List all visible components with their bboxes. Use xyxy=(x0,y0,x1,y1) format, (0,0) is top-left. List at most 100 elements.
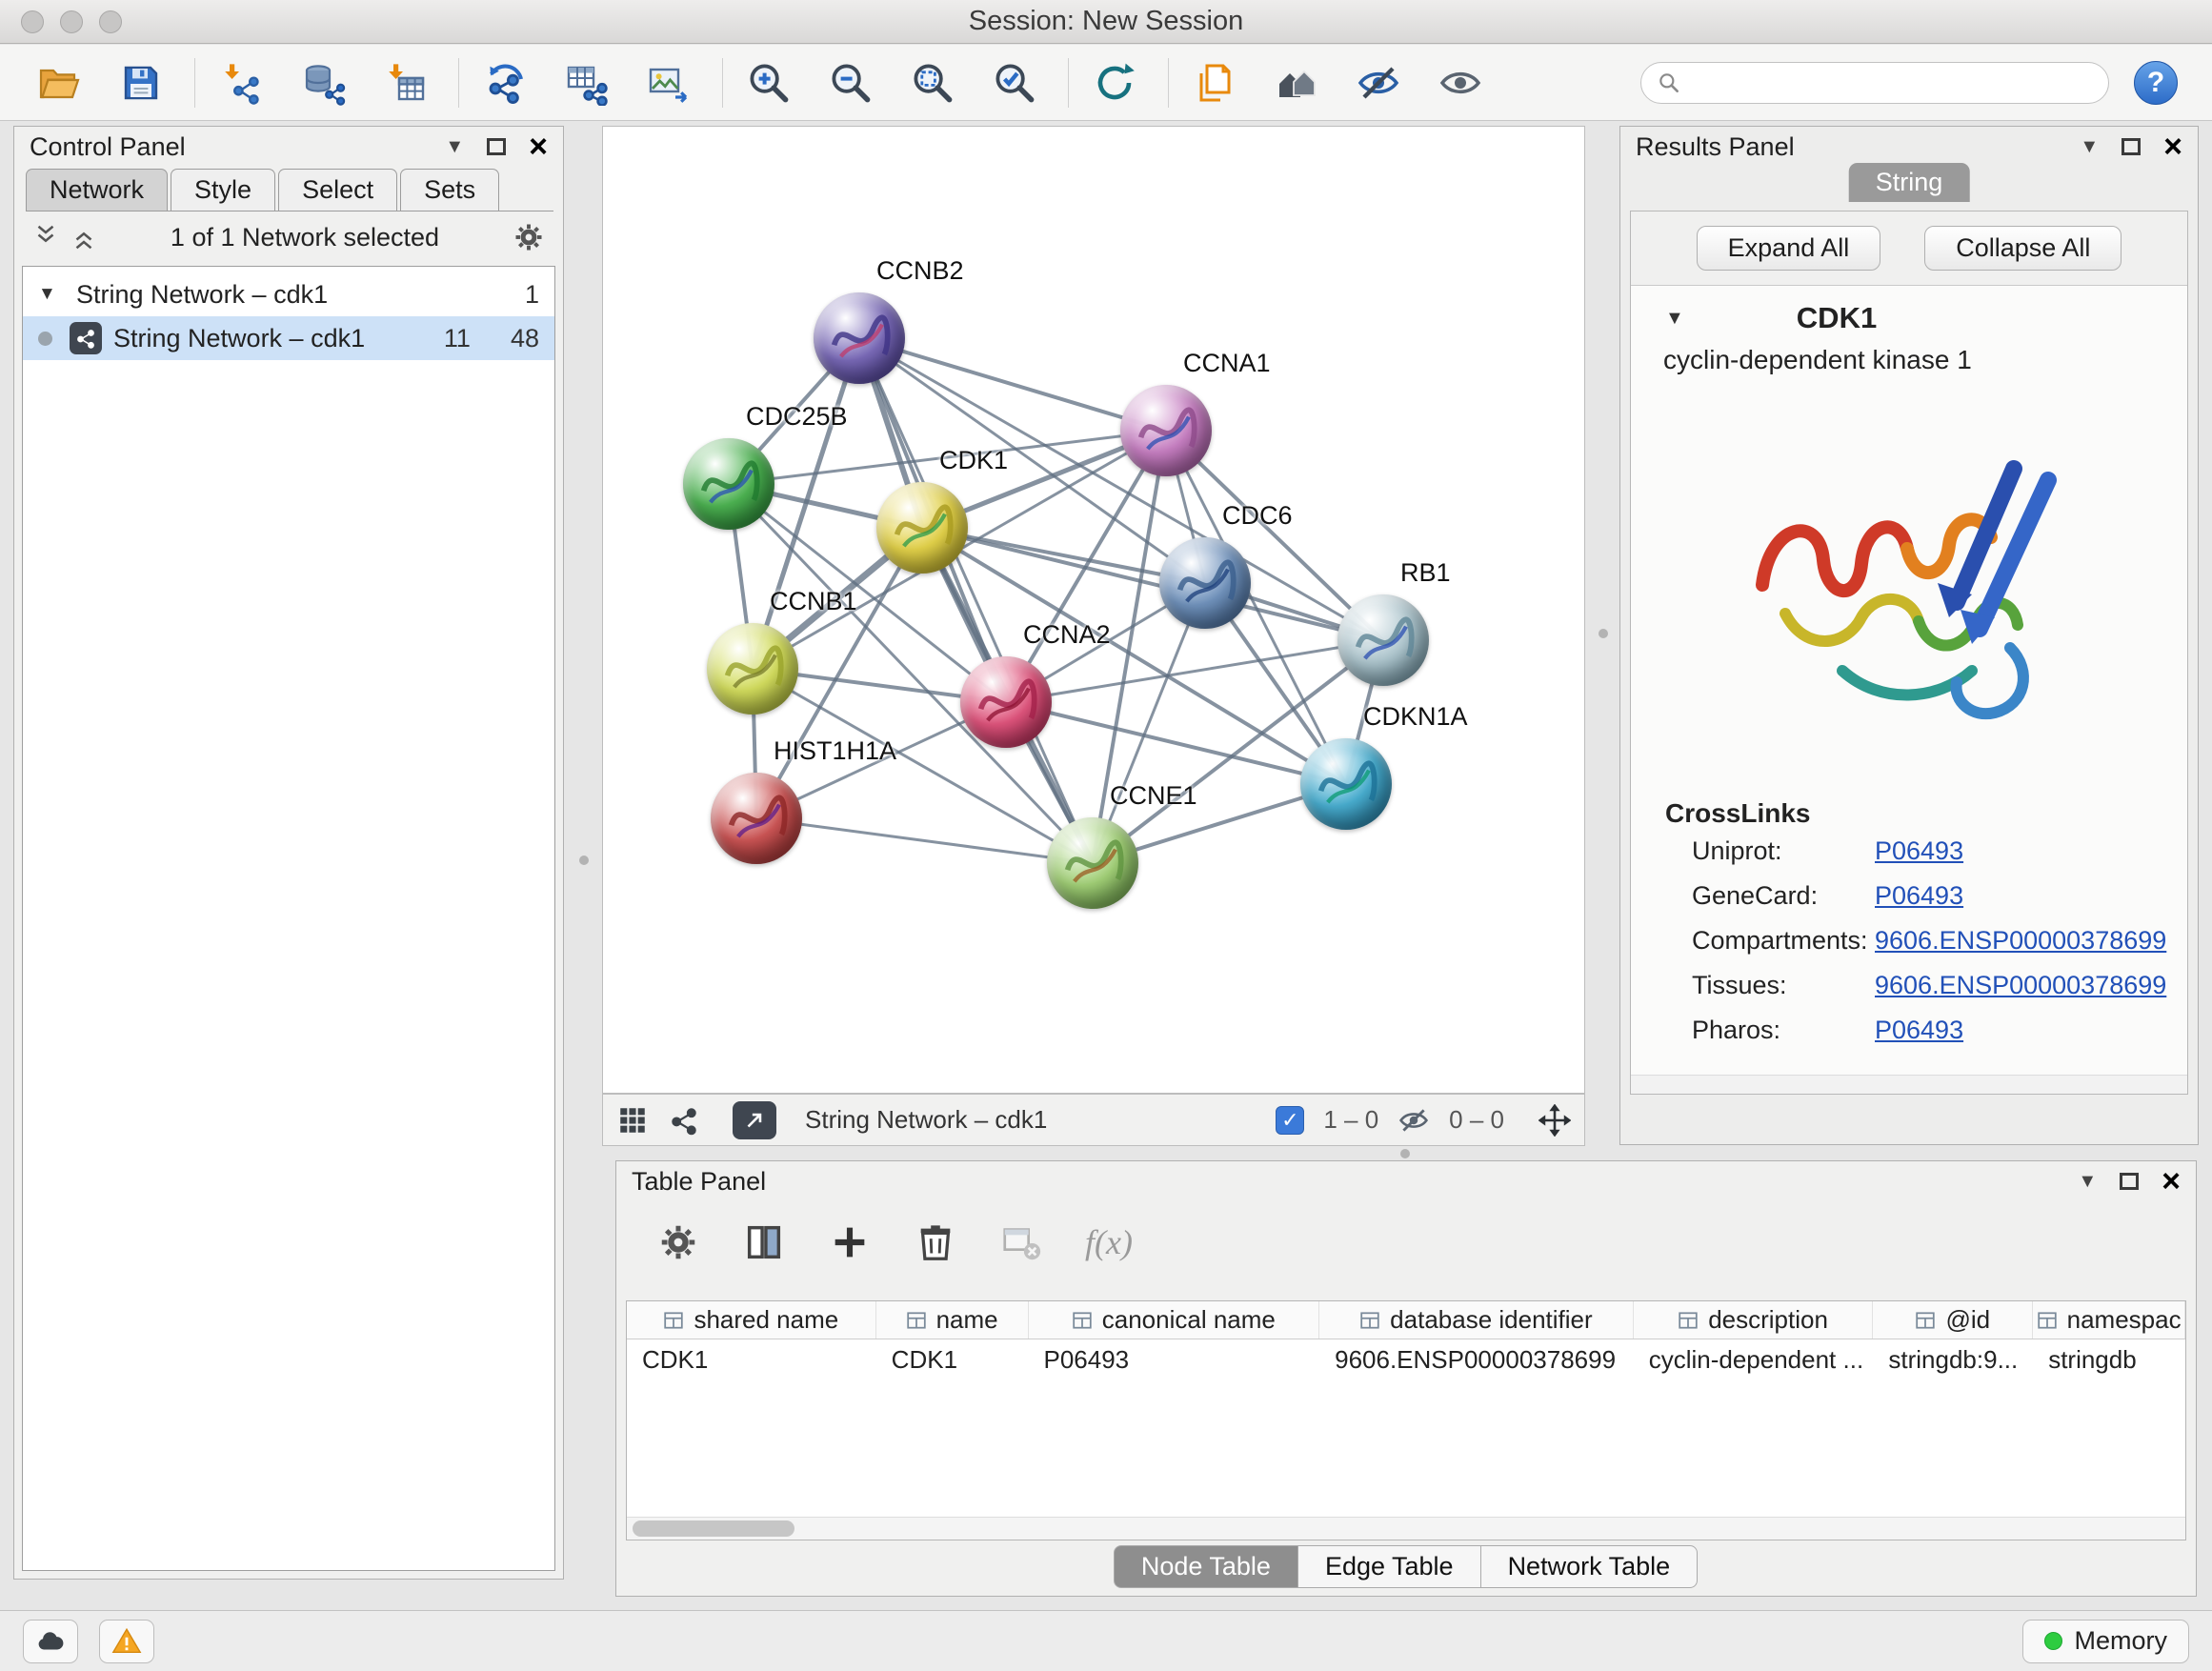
import-network-database-icon[interactable] xyxy=(292,52,353,113)
memory-button[interactable]: Memory xyxy=(2022,1620,2189,1663)
table-options-gear-icon[interactable] xyxy=(656,1220,700,1264)
column-header-shared-name[interactable]: shared name xyxy=(627,1301,876,1339)
table-cell[interactable]: 9606.ENSP00000378699 xyxy=(1319,1339,1634,1379)
column-header-namespac[interactable]: namespac xyxy=(2033,1301,2185,1339)
warnings-button[interactable] xyxy=(99,1620,154,1663)
scrollbar-thumb[interactable] xyxy=(633,1520,794,1537)
network-node-CDC25B[interactable] xyxy=(683,438,774,530)
crosslink-link[interactable]: 9606.ENSP00000378699 xyxy=(1875,926,2166,956)
crosslink-link[interactable]: P06493 xyxy=(1875,881,1963,911)
import-table-file-icon[interactable] xyxy=(374,52,435,113)
tab-style[interactable]: Style xyxy=(171,169,275,211)
panel-close-icon[interactable]: × xyxy=(2162,1165,2181,1198)
table-horizontal-scrollbar[interactable] xyxy=(627,1517,2185,1540)
right-splitter-handle[interactable] xyxy=(1599,629,1608,638)
tab-string[interactable]: String xyxy=(1849,163,1970,202)
gene-expander-icon[interactable]: ▼ xyxy=(1665,308,1684,330)
show-columns-icon[interactable] xyxy=(742,1220,786,1264)
collapse-all-icon[interactable] xyxy=(31,223,60,252)
grid-view-icon[interactable] xyxy=(616,1104,649,1137)
tab-node-table[interactable]: Node Table xyxy=(1114,1545,1298,1588)
detach-view-button[interactable] xyxy=(733,1101,776,1139)
table-cell[interactable]: CDK1 xyxy=(627,1339,876,1379)
network-edge-CCNB2-CCNE1[interactable] xyxy=(859,338,1093,863)
hide-selected-icon[interactable] xyxy=(1348,52,1409,113)
open-session-icon[interactable] xyxy=(29,52,90,113)
delete-column-icon[interactable] xyxy=(914,1220,957,1264)
table-cell[interactable]: P06493 xyxy=(1028,1339,1319,1379)
import-network-file-icon[interactable] xyxy=(211,52,271,113)
network-edge-HIST1H1A-CCNE1[interactable] xyxy=(756,818,1093,863)
help-icon[interactable]: ? xyxy=(2134,61,2178,105)
left-splitter-handle[interactable] xyxy=(579,856,589,865)
panel-close-icon[interactable]: × xyxy=(2163,131,2182,163)
home-icon[interactable] xyxy=(1266,52,1327,113)
tab-network[interactable]: Network xyxy=(26,169,168,211)
minimize-window-button[interactable] xyxy=(60,10,83,33)
tab-edge-table[interactable]: Edge Table xyxy=(1297,1545,1481,1588)
column-header-database-identifier[interactable]: database identifier xyxy=(1319,1301,1634,1339)
table-cell[interactable]: cyclin-dependent ... xyxy=(1634,1339,1874,1379)
add-column-icon[interactable] xyxy=(828,1220,872,1264)
tab-select[interactable]: Select xyxy=(278,169,397,211)
network-node-CCNA1[interactable] xyxy=(1120,385,1212,476)
export-image-icon[interactable] xyxy=(638,52,699,113)
table-cell[interactable]: CDK1 xyxy=(876,1339,1029,1379)
network-node-HIST1H1A[interactable] xyxy=(711,773,802,864)
cloud-status-button[interactable] xyxy=(23,1620,78,1663)
network-canvas[interactable]: CCNB2CCNA1CDC25BCDK1CDC6RB1CCNB1CCNA2CDK… xyxy=(602,126,1585,1094)
tab-sets[interactable]: Sets xyxy=(400,169,499,211)
collapse-all-button[interactable]: Collapse All xyxy=(1924,226,2122,271)
apply-layout-icon[interactable] xyxy=(474,52,535,113)
panel-float-icon[interactable] xyxy=(487,138,506,155)
network-collection-row[interactable]: ▼ String Network – cdk1 1 xyxy=(23,272,554,316)
expand-all-button[interactable]: Expand All xyxy=(1697,226,1881,271)
refresh-view-icon[interactable] xyxy=(1084,52,1145,113)
tab-network-table[interactable]: Network Table xyxy=(1480,1545,1699,1588)
panel-close-icon[interactable]: × xyxy=(529,131,548,163)
crosslink-link[interactable]: P06493 xyxy=(1875,836,1963,866)
hidden-eye-slash-icon[interactable] xyxy=(1398,1104,1430,1137)
show-all-icon[interactable] xyxy=(1430,52,1491,113)
pan-move-icon[interactable] xyxy=(1538,1104,1571,1137)
table-cell[interactable]: stringdb:9... xyxy=(1873,1339,2033,1379)
network-node-CDC6[interactable] xyxy=(1159,537,1251,629)
crosslink-link[interactable]: 9606.ENSP00000378699 xyxy=(1875,971,2166,1000)
gene-header[interactable]: ▼ CDK1 xyxy=(1631,286,2187,339)
panel-float-icon[interactable] xyxy=(2122,138,2141,155)
column-header--id[interactable]: @id xyxy=(1873,1301,2033,1339)
save-session-icon[interactable] xyxy=(111,52,171,113)
table-cell[interactable]: stringdb xyxy=(2033,1339,2185,1379)
copy-icon[interactable] xyxy=(1184,52,1245,113)
search-input[interactable] xyxy=(1691,68,2093,97)
horizontal-splitter-handle[interactable] xyxy=(1400,1149,1410,1158)
column-header-name[interactable]: name xyxy=(876,1301,1029,1339)
close-window-button[interactable] xyxy=(21,10,44,33)
panel-collapse-icon[interactable]: ▼ xyxy=(2080,136,2099,158)
expand-all-icon[interactable] xyxy=(70,223,98,252)
network-row[interactable]: String Network – cdk1 11 48 xyxy=(23,316,554,360)
column-header-canonical-name[interactable]: canonical name xyxy=(1029,1301,1320,1339)
zoom-in-icon[interactable] xyxy=(738,52,799,113)
network-node-CCNB2[interactable] xyxy=(814,292,905,384)
panel-collapse-icon[interactable]: ▼ xyxy=(445,136,464,158)
panel-float-icon[interactable] xyxy=(2120,1173,2139,1190)
network-node-CDK1[interactable] xyxy=(876,482,968,574)
network-share-icon[interactable] xyxy=(668,1104,700,1137)
zoom-selected-icon[interactable] xyxy=(984,52,1045,113)
crosslink-link[interactable]: P06493 xyxy=(1875,1016,1963,1045)
network-node-CCNA2[interactable] xyxy=(960,656,1052,748)
tree-expander-icon[interactable]: ▼ xyxy=(38,284,65,305)
selected-nodes-checkbox-icon[interactable]: ✓ xyxy=(1276,1106,1304,1135)
column-header-description[interactable]: description xyxy=(1634,1301,1874,1339)
network-options-gear-icon[interactable] xyxy=(512,220,546,254)
panel-collapse-icon[interactable]: ▼ xyxy=(2078,1171,2097,1193)
network-node-RB1[interactable] xyxy=(1337,594,1429,686)
network-table-icon[interactable] xyxy=(556,52,617,113)
network-node-CDKN1A[interactable] xyxy=(1300,738,1392,830)
results-scrollbar[interactable] xyxy=(1631,1075,2187,1094)
maximize-window-button[interactable] xyxy=(99,10,122,33)
zoom-fit-icon[interactable] xyxy=(902,52,963,113)
zoom-out-icon[interactable] xyxy=(820,52,881,113)
network-node-CCNB1[interactable] xyxy=(707,623,798,715)
